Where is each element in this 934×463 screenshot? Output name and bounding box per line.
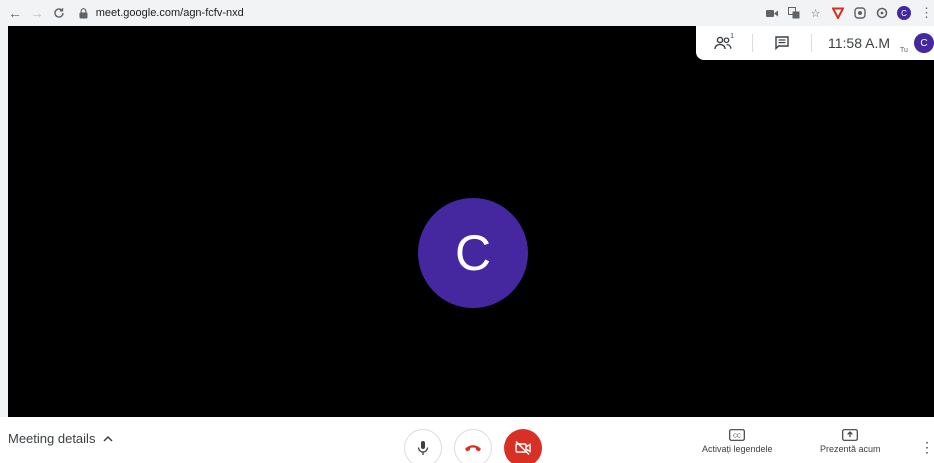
- camera-button[interactable]: [504, 429, 542, 463]
- closed-captions-icon: CC: [729, 429, 746, 441]
- reload-icon[interactable]: [50, 4, 68, 22]
- present-now-button[interactable]: Prezentă acum: [820, 429, 881, 454]
- present-screen-icon: [842, 429, 859, 441]
- hang-up-icon: [465, 445, 481, 452]
- divider: [752, 34, 753, 52]
- captions-button[interactable]: CC Activați legendele: [702, 429, 773, 454]
- svg-text:CC: CC: [733, 433, 741, 439]
- more-options-icon[interactable]: ⋮: [920, 439, 934, 456]
- lock-icon: [78, 7, 90, 19]
- back-arrow-icon[interactable]: ←: [6, 4, 24, 22]
- chat-icon: [775, 36, 789, 50]
- divider: [811, 34, 812, 52]
- shield-extension-icon[interactable]: [831, 7, 844, 20]
- participants-count: 1: [730, 33, 734, 40]
- meeting-clock: 11:58 A.M: [828, 35, 891, 51]
- browser-toolbar: ← → meet.google.com/agn-fcfv-nxd ☆ C ⋮: [0, 0, 934, 26]
- camera-off-icon: [515, 440, 531, 456]
- video-stage: C: [8, 26, 934, 417]
- captions-label: Activați legendele: [702, 444, 773, 454]
- meeting-details-label: Meeting details: [8, 431, 96, 446]
- meeting-details-button[interactable]: Meeting details: [8, 431, 113, 446]
- meeting-top-panel: 1 11:58 A.M Tu C: [696, 26, 934, 60]
- present-label: Prezentă acum: [820, 444, 881, 454]
- microphone-button[interactable]: [404, 429, 442, 463]
- browser-profile-avatar[interactable]: C: [897, 6, 911, 20]
- bookmark-star-icon[interactable]: ☆: [809, 7, 822, 20]
- self-label: Tu: [900, 47, 908, 54]
- extensions-area: ☆ C ⋮: [765, 5, 933, 21]
- url-text: meet.google.com/agn-fcfv-nxd: [95, 7, 244, 19]
- browser-menu-icon[interactable]: ⋮: [920, 5, 933, 21]
- meeting-control-bar: Meeting details CC Activați legendele Pr…: [0, 417, 934, 463]
- chevron-up-icon: [103, 433, 113, 445]
- microphone-icon: [417, 441, 429, 455]
- address-bar[interactable]: meet.google.com/agn-fcfv-nxd: [78, 3, 765, 23]
- leave-call-button[interactable]: [454, 429, 492, 463]
- camera-indicator-icon[interactable]: [765, 7, 778, 20]
- participants-button[interactable]: 1: [710, 30, 736, 56]
- circle-extension-icon[interactable]: [875, 7, 888, 20]
- forward-arrow-icon[interactable]: →: [28, 4, 46, 22]
- self-avatar[interactable]: C: [913, 33, 934, 53]
- chat-button[interactable]: [769, 30, 795, 56]
- translate-icon[interactable]: [787, 7, 800, 20]
- participant-avatar: C: [418, 198, 528, 308]
- extension-puzzle-icon[interactable]: [853, 7, 866, 20]
